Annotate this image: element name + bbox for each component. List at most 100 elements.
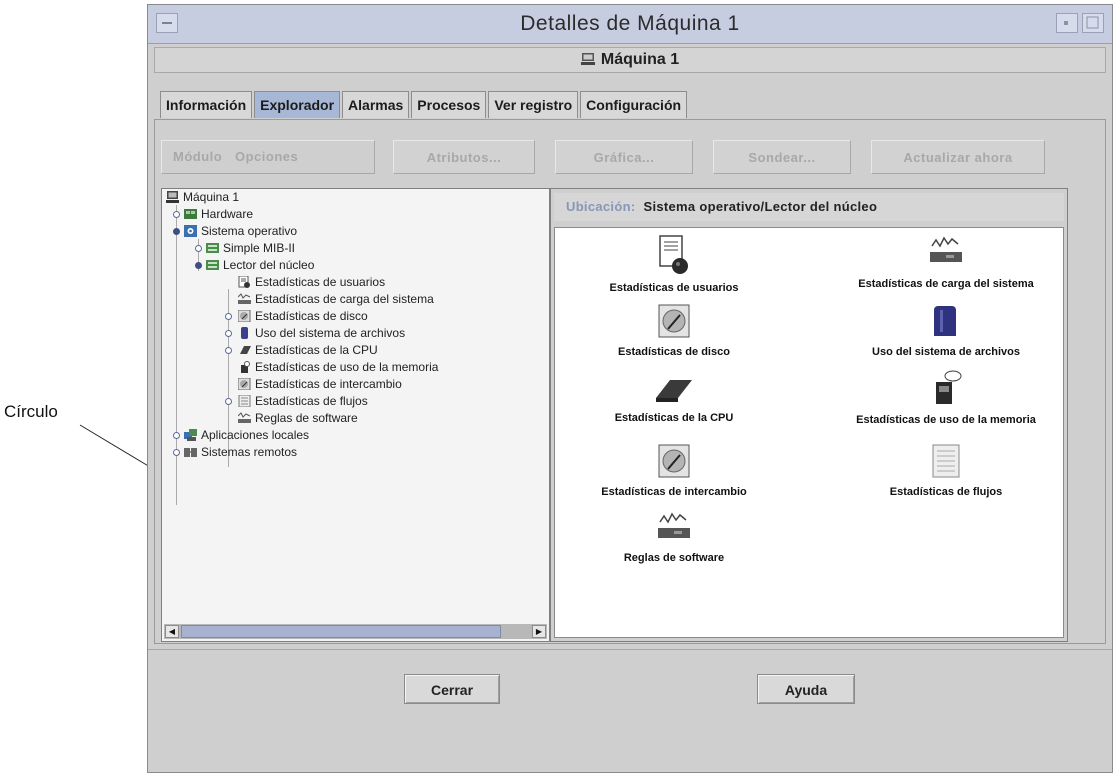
cpu-icon	[240, 346, 251, 354]
icon-item-user-stats[interactable]: Estadísticas de usuarios	[579, 234, 769, 294]
icon-caption: Estadísticas de disco	[618, 346, 730, 358]
icon-caption: Estadísticas de intercambio	[601, 486, 747, 498]
tree-item-user-stats[interactable]: Estadísticas de usuarios	[238, 274, 385, 291]
tab-configuracion[interactable]: Configuración	[580, 91, 688, 118]
tab-alarmas[interactable]: Alarmas	[342, 91, 410, 118]
tree-item-hardware[interactable]: Hardware	[184, 206, 253, 223]
filesystem-icon	[934, 306, 956, 336]
icon-caption: Estadísticas de carga del sistema	[858, 278, 1034, 290]
tree-item-label: Simple MIB-II	[223, 241, 296, 255]
minimize-button[interactable]	[1056, 13, 1078, 33]
maximize-button[interactable]	[1082, 13, 1104, 33]
tree-connector	[176, 205, 177, 505]
icon-item-swap-stats[interactable]: Estadísticas de intercambio	[579, 442, 769, 498]
tree-expand-handle[interactable]	[225, 313, 232, 320]
memory-icon	[936, 370, 962, 404]
tree-item-lector-nucleo[interactable]: Lector del núcleo	[206, 257, 314, 274]
icon-item-disk-stats[interactable]: Estadísticas de disco	[579, 302, 769, 358]
location-label: Ubicación:	[566, 199, 636, 214]
icon-caption: Estadísticas de usuarios	[609, 282, 739, 294]
swap-icon	[238, 378, 251, 390]
title-bar[interactable]: Detalles de Máquina 1	[148, 5, 1112, 44]
host-header: Máquina 1	[154, 47, 1106, 73]
tab-procesos[interactable]: Procesos	[411, 91, 487, 118]
tree-item-remote-systems[interactable]: Sistemas remotos	[184, 444, 297, 461]
tree-expand-handle[interactable]	[225, 398, 232, 405]
close-button[interactable]: Cerrar	[404, 674, 500, 704]
tree-item-label: Reglas de software	[255, 411, 358, 425]
tree-item-local-apps[interactable]: Aplicaciones locales	[184, 427, 309, 444]
streams-icon	[238, 395, 251, 407]
details-window: Detalles de Máquina 1 Máquina 1 Informac…	[147, 4, 1113, 773]
icon-caption: Uso del sistema de archivos	[872, 346, 1020, 358]
cpu-icon	[656, 380, 692, 402]
tree-item-load-stats[interactable]: Estadísticas de carga del sistema	[238, 291, 434, 308]
filesystem-icon	[241, 327, 248, 339]
maximize-icon	[1086, 16, 1099, 29]
tree-item-label: Estadísticas de flujos	[255, 394, 368, 408]
tree-expand-handle[interactable]	[173, 211, 180, 218]
load-stats-icon	[238, 293, 251, 304]
tab-bar: Información Explorador Alarmas Procesos …	[160, 91, 689, 119]
tree-item-label: Sistemas remotos	[201, 445, 298, 459]
tree-item-memory-stats[interactable]: Estadísticas de uso de la memoria	[238, 359, 438, 376]
host-icon	[580, 53, 595, 65]
remote-systems-icon	[184, 448, 197, 457]
tree-expand-handle[interactable]	[225, 330, 232, 337]
icon-item-filesystem[interactable]: Uso del sistema de archivos	[821, 302, 1071, 358]
icon-item-software-rules[interactable]: Reglas de software	[579, 510, 769, 564]
icon-item-streams-stats[interactable]: Estadísticas de flujos	[821, 442, 1071, 498]
tree-collapse-handle[interactable]	[195, 262, 202, 269]
probe-button[interactable]: Sondear...	[713, 140, 851, 174]
tree-item-disk-stats[interactable]: Estadísticas de disco	[238, 308, 368, 325]
tree-expand-handle[interactable]	[225, 347, 232, 354]
scrollbar-thumb[interactable]	[181, 625, 501, 638]
icon-item-cpu-stats[interactable]: Estadísticas de la CPU	[579, 372, 769, 424]
tree-item-label: Estadísticas de usuarios	[255, 275, 386, 289]
tree-expand-handle[interactable]	[173, 449, 180, 456]
os-icon	[184, 225, 197, 237]
tree-item-host[interactable]: Máquina 1	[166, 189, 239, 206]
menu-group-frame	[161, 140, 375, 174]
help-button[interactable]: Ayuda	[757, 674, 855, 704]
tree-item-label: Aplicaciones locales	[201, 428, 310, 442]
tree-item-label: Lector del núcleo	[223, 258, 315, 272]
tree-item-sistema-operativo[interactable]: Sistema operativo	[184, 223, 297, 240]
disk-stats-icon	[238, 310, 251, 322]
software-rules-icon	[658, 512, 690, 538]
tree-horizontal-scrollbar[interactable]: ◀ ▶	[164, 624, 547, 639]
location-bar: Ubicación: Sistema operativo/Lector del n…	[554, 193, 1064, 221]
icon-item-memory-stats[interactable]: Estadísticas de uso de la memoria	[821, 366, 1071, 426]
footer-divider	[148, 649, 1112, 650]
module-tree[interactable]: Máquina 1 Hardware Sistema operativo Sim…	[161, 188, 550, 642]
scroll-left-arrow-icon[interactable]: ◀	[165, 625, 179, 638]
mib-icon	[206, 243, 219, 253]
tree-expand-handle[interactable]	[173, 432, 180, 439]
scroll-right-arrow-icon[interactable]: ▶	[532, 625, 546, 638]
streams-icon	[932, 444, 960, 478]
tree-item-simple-mib[interactable]: Simple MIB-II	[206, 240, 295, 257]
refresh-now-button[interactable]: Actualizar ahora	[871, 140, 1045, 174]
tab-explorador[interactable]: Explorador	[254, 91, 341, 118]
tree-item-label: Estadísticas de carga del sistema	[255, 292, 434, 306]
tree-item-label: Estadísticas de disco	[255, 309, 368, 323]
minimize-icon	[1064, 21, 1068, 25]
tree-item-cpu-stats[interactable]: Estadísticas de la CPU	[238, 342, 378, 359]
icon-item-load-stats[interactable]: Estadísticas de carga del sistema	[821, 234, 1071, 290]
tree-item-swap-stats[interactable]: Estadísticas de intercambio	[238, 376, 402, 393]
tab-informacion[interactable]: Información	[160, 91, 253, 118]
attributes-button[interactable]: Atributos...	[393, 140, 535, 174]
tree-expand-handle[interactable]	[195, 245, 202, 252]
hardware-icon	[184, 209, 197, 219]
window-title: Detalles de Máquina 1	[520, 12, 740, 35]
tab-ver-registro[interactable]: Ver registro	[488, 91, 579, 118]
tree-item-label: Estadísticas de intercambio	[255, 377, 402, 391]
graph-button[interactable]: Gráfica...	[555, 140, 693, 174]
tree-collapse-handle[interactable]	[173, 228, 180, 235]
tree-item-software-rules[interactable]: Reglas de software	[238, 410, 358, 427]
icon-caption: Estadísticas de la CPU	[614, 412, 734, 424]
icon-caption: Estadísticas de flujos	[889, 486, 1003, 498]
tree-item-streams-stats[interactable]: Estadísticas de flujos	[238, 393, 368, 410]
tree-item-filesystem[interactable]: Uso del sistema de archivos	[238, 325, 405, 342]
location-path: Sistema operativo/Lector del núcleo	[643, 199, 878, 214]
